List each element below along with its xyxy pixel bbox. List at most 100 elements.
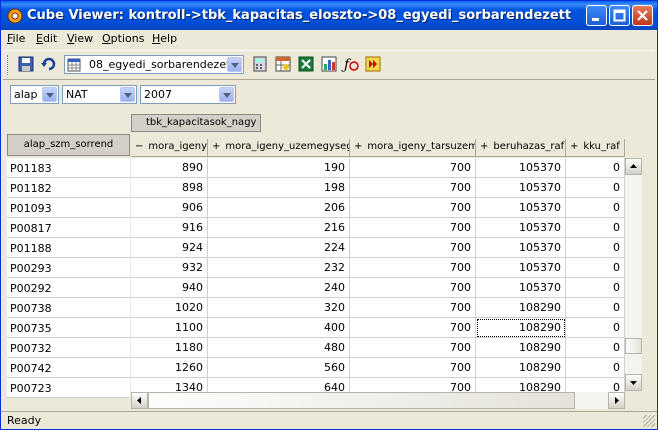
data-cell[interactable]: 700 <box>350 318 476 338</box>
data-cell[interactable]: 1020 <box>131 298 208 318</box>
data-cell[interactable]: 108290 <box>476 358 566 378</box>
row-header[interactable]: P00292 <box>7 278 130 298</box>
data-cell[interactable]: 105370 <box>476 158 566 178</box>
row-header[interactable]: P00742 <box>7 358 130 378</box>
column-header[interactable]: + mora_igeny_uzemegyseg <box>208 139 350 157</box>
menu-options[interactable]: Options <box>102 32 144 45</box>
data-cell[interactable]: 320 <box>208 298 350 318</box>
data-cell[interactable]: 480 <box>208 338 350 358</box>
excel-icon[interactable] <box>297 55 315 73</box>
data-cell[interactable]: 0 <box>566 318 625 338</box>
minimize-button[interactable] <box>586 5 607 26</box>
filter-select-alap[interactable]: alap <box>10 85 59 104</box>
data-cell[interactable]: 105370 <box>476 258 566 278</box>
row-header[interactable]: P00817 <box>7 218 130 238</box>
data-cell[interactable]: 0 <box>566 218 625 238</box>
data-cell[interactable]: 700 <box>350 218 476 238</box>
menu-file[interactable]: File <box>7 32 25 45</box>
data-cell[interactable]: 906 <box>131 198 208 218</box>
menu-help[interactable]: Help <box>152 32 177 45</box>
chevron-down-icon[interactable] <box>42 87 57 102</box>
data-cell[interactable]: 700 <box>350 158 476 178</box>
data-cell[interactable]: 700 <box>350 278 476 298</box>
data-cell[interactable]: 0 <box>566 338 625 358</box>
title-bar[interactable]: Cube Viewer: kontroll->tbk_kapacitas_elo… <box>1 1 657 30</box>
data-cell[interactable]: 0 <box>566 278 625 298</box>
view-select[interactable]: 08_egyedi_sorbarendezett <box>64 55 244 74</box>
scroll-up-button[interactable] <box>625 158 642 175</box>
row-header[interactable]: P01188 <box>7 238 130 258</box>
column-header[interactable]: + mora_igeny_tarsuzem <box>350 139 476 157</box>
data-cell[interactable]: 0 <box>566 258 625 278</box>
data-cell[interactable]: 1260 <box>131 358 208 378</box>
calculator-icon[interactable] <box>251 55 269 73</box>
row-header[interactable]: P01182 <box>7 178 130 198</box>
grid-settings-icon[interactable] <box>274 55 292 73</box>
toolbar-grip[interactable] <box>7 55 10 75</box>
data-cell[interactable]: 560 <box>208 358 350 378</box>
menu-edit[interactable]: Edit <box>36 32 57 45</box>
data-cell[interactable]: 105370 <box>476 178 566 198</box>
scroll-left-button[interactable] <box>131 392 148 409</box>
data-cell[interactable]: 0 <box>566 178 625 198</box>
data-cell[interactable]: 0 <box>566 298 625 318</box>
row-header[interactable]: P00723 <box>7 378 130 398</box>
data-cell[interactable]: 108290 <box>476 338 566 358</box>
data-cell[interactable]: 700 <box>350 298 476 318</box>
data-cell[interactable]: 206 <box>208 198 350 218</box>
data-cell[interactable]: 216 <box>208 218 350 238</box>
row-header[interactable]: P00732 <box>7 338 130 358</box>
close-button[interactable] <box>632 5 653 26</box>
data-cell[interactable]: 108290 <box>476 318 566 338</box>
formula-icon[interactable]: ƒ <box>341 55 359 73</box>
data-cell[interactable]: 700 <box>350 178 476 198</box>
expand-toggle-icon[interactable]: + <box>570 141 578 152</box>
row-header[interactable]: P00738 <box>7 298 130 318</box>
data-cell[interactable]: 0 <box>566 158 625 178</box>
data-cell[interactable]: 700 <box>350 258 476 278</box>
scroll-right-button[interactable] <box>608 392 625 409</box>
data-cell[interactable]: 924 <box>131 238 208 258</box>
data-cell[interactable]: 932 <box>131 258 208 278</box>
data-cell[interactable]: 916 <box>131 218 208 238</box>
data-cell[interactable]: 700 <box>350 358 476 378</box>
data-cell[interactable]: 190 <box>208 158 350 178</box>
filter-select-year[interactable]: 2007 <box>140 85 236 104</box>
data-cell[interactable]: 232 <box>208 258 350 278</box>
column-header[interactable]: + beruhazas_raf <box>476 139 566 157</box>
row-header[interactable]: P00735 <box>7 318 130 338</box>
row-header[interactable]: P00293 <box>7 258 130 278</box>
data-cell[interactable]: 240 <box>208 278 350 298</box>
expand-toggle-icon[interactable]: + <box>212 141 220 152</box>
save-icon[interactable] <box>17 55 35 73</box>
data-cell[interactable]: 400 <box>208 318 350 338</box>
expand-toggle-icon[interactable]: − <box>135 141 143 152</box>
resize-grip[interactable] <box>643 415 655 427</box>
data-cell[interactable]: 224 <box>208 238 350 258</box>
filter-select-nat[interactable]: NAT <box>62 85 137 104</box>
data-cell[interactable]: 700 <box>350 198 476 218</box>
horizontal-scroll-thumb[interactable] <box>148 392 575 409</box>
data-cell[interactable]: 0 <box>566 358 625 378</box>
expand-toggle-icon[interactable]: + <box>354 141 362 152</box>
vertical-scroll-thumb[interactable] <box>625 338 642 354</box>
column-header[interactable]: − mora_igeny <box>131 139 208 157</box>
horizontal-scrollbar[interactable] <box>131 392 625 409</box>
data-cell[interactable]: 1180 <box>131 338 208 358</box>
column-dimension-tab[interactable]: tbk_kapacitasok_nagy <box>131 114 261 132</box>
data-cell[interactable]: 105370 <box>476 218 566 238</box>
data-cell[interactable]: 0 <box>566 238 625 258</box>
data-cell[interactable]: 890 <box>131 158 208 178</box>
data-cell[interactable]: 198 <box>208 178 350 198</box>
data-cell[interactable]: 898 <box>131 178 208 198</box>
refresh-icon[interactable] <box>40 55 58 73</box>
row-header[interactable]: P01183 <box>7 158 130 178</box>
menu-view[interactable]: View <box>67 32 93 45</box>
data-cell[interactable]: 108290 <box>476 298 566 318</box>
data-cell[interactable]: 700 <box>350 338 476 358</box>
chevron-down-icon[interactable] <box>227 57 242 72</box>
chevron-down-icon[interactable] <box>219 87 234 102</box>
column-header[interactable]: + kku_raf <box>566 139 625 157</box>
data-cell[interactable]: 700 <box>350 238 476 258</box>
data-cell[interactable]: 940 <box>131 278 208 298</box>
